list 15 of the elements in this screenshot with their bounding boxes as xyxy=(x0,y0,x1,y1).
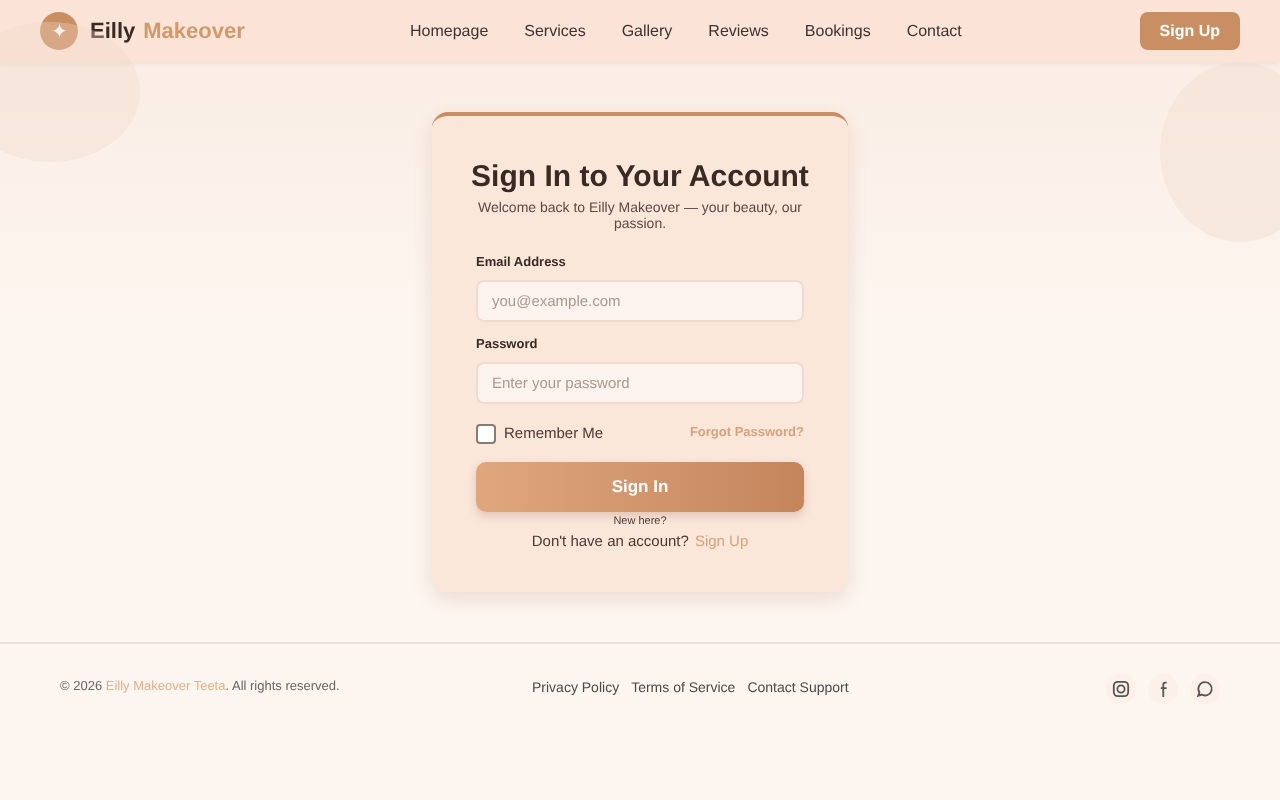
nav-link[interactable]: Bookings xyxy=(804,22,871,40)
brand-name-accent: Makeover xyxy=(143,19,245,43)
chat-icon[interactable] xyxy=(1196,680,1214,698)
checkbox[interactable] xyxy=(476,423,496,444)
facebook-icon[interactable] xyxy=(1157,680,1169,698)
background-circle xyxy=(0,22,140,162)
nav-link[interactable]: Gallery xyxy=(621,22,673,40)
nav-link[interactable]: Homepage xyxy=(410,22,489,40)
instagram-icon[interactable] xyxy=(1112,680,1130,698)
brand-name: Eilly xyxy=(90,19,136,43)
nav-link[interactable]: Contact xyxy=(906,22,962,40)
card-title: Sign In to Your Account xyxy=(469,158,811,198)
nav-link[interactable]: Services xyxy=(524,22,586,40)
nav-link[interactable]: Reviews xyxy=(708,22,769,40)
logo-icon: ✦ xyxy=(40,12,78,50)
